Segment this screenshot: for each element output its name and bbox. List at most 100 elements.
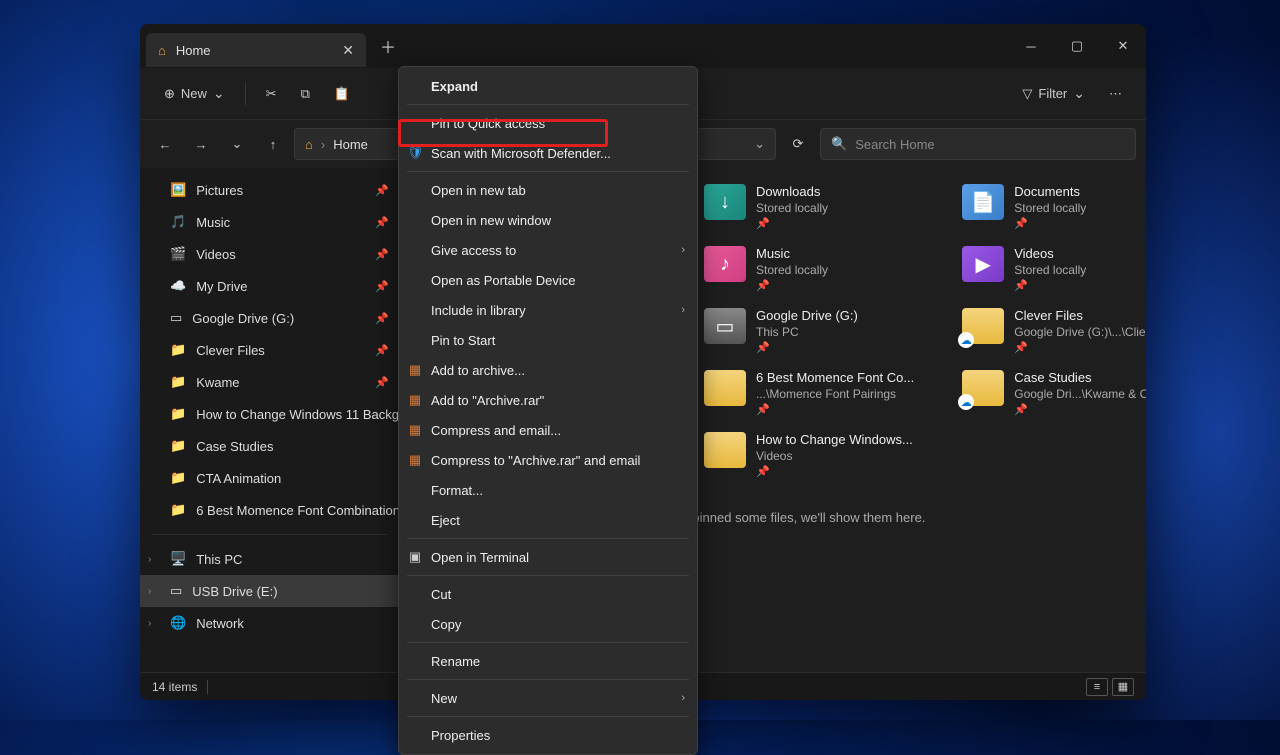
context-menu-item[interactable]: Expand bbox=[399, 71, 697, 101]
sidebar-item[interactable]: 📁Kwame📌 bbox=[140, 366, 399, 398]
recent-locations-button[interactable]: ⌄ bbox=[222, 129, 252, 159]
pin-icon: 📌 bbox=[1014, 279, 1086, 292]
menu-item-label: Compress and email... bbox=[431, 423, 561, 438]
folder-item[interactable]: How to Change Windows...Videos📌 bbox=[700, 428, 918, 482]
folder-name: Documents bbox=[1014, 184, 1086, 199]
sidebar-tree-item[interactable]: ›🖥️This PC bbox=[140, 543, 399, 575]
sidebar-item[interactable]: 🎬Videos📌 bbox=[140, 238, 399, 270]
context-menu-item[interactable]: Pin to Start bbox=[399, 325, 697, 355]
sidebar-item[interactable]: 📁Case Studies bbox=[140, 430, 399, 462]
context-menu-item[interactable]: Properties bbox=[399, 720, 697, 750]
maximize-button[interactable]: ▢ bbox=[1054, 24, 1100, 68]
new-button[interactable]: ⊕ New ⌄ bbox=[154, 79, 235, 108]
sidebar-item[interactable]: 🎵Music📌 bbox=[140, 206, 399, 238]
context-menu-item[interactable]: New› bbox=[399, 683, 697, 713]
folder-item[interactable]: ▭Google Drive (G:)This PC📌 bbox=[700, 304, 918, 358]
sidebar-tree-item[interactable]: ›▭USB Drive (E:) bbox=[140, 575, 399, 607]
minimize-button[interactable]: ─ bbox=[1008, 24, 1054, 68]
folder-icon: 📁 bbox=[170, 502, 186, 518]
forward-button[interactable]: → bbox=[186, 129, 216, 159]
context-menu-item[interactable]: Open in new tab bbox=[399, 175, 697, 205]
context-menu-item[interactable]: Cut bbox=[399, 579, 697, 609]
breadcrumb[interactable]: Home bbox=[333, 137, 368, 152]
context-menu-item[interactable]: Rename bbox=[399, 646, 697, 676]
copy-button[interactable]: ⧉ bbox=[291, 80, 320, 108]
sidebar-item[interactable]: 📁CTA Animation bbox=[140, 462, 399, 494]
folder-name: Music bbox=[756, 246, 828, 261]
search-input[interactable]: 🔍 Search Home bbox=[820, 128, 1136, 160]
folder-location: ...\Momence Font Pairings bbox=[756, 387, 914, 401]
context-menu-item[interactable]: ▦Add to "Archive.rar" bbox=[399, 385, 697, 415]
context-menu-item[interactable]: ▣Open in Terminal bbox=[399, 542, 697, 572]
context-menu-item[interactable]: Eject bbox=[399, 505, 697, 535]
clipboard-icon: 📋 bbox=[334, 86, 350, 102]
menu-item-label: Copy bbox=[431, 617, 461, 632]
context-menu-item[interactable]: ▦Compress to "Archive.rar" and email bbox=[399, 445, 697, 475]
cut-button[interactable]: ✂ bbox=[256, 80, 287, 108]
folder-item[interactable]: ▶VideosStored locally📌 bbox=[958, 242, 1146, 296]
context-menu-item[interactable]: Give access to› bbox=[399, 235, 697, 265]
icons-view-button[interactable]: ▦ bbox=[1112, 678, 1134, 696]
refresh-button[interactable]: ⟳ bbox=[782, 128, 814, 160]
drive-icon: 🖥️ bbox=[170, 551, 186, 567]
sidebar-item[interactable]: ☁️My Drive📌 bbox=[140, 270, 399, 302]
menu-item-icon: ▣ bbox=[407, 549, 423, 565]
context-menu-item[interactable]: Open in new window bbox=[399, 205, 697, 235]
menu-item-label: Format... bbox=[431, 483, 483, 498]
sidebar-item-label: 6 Best Momence Font Combinations fo bbox=[196, 503, 399, 518]
folder-item[interactable]: ♪MusicStored locally📌 bbox=[700, 242, 918, 296]
folder-icon bbox=[704, 370, 746, 406]
folder-location: This PC bbox=[756, 325, 858, 339]
tab-home[interactable]: ⌂ Home ✕ bbox=[146, 33, 366, 67]
folder-item[interactable]: ↓DownloadsStored locally📌 bbox=[700, 180, 918, 234]
sidebar-item-label: Clever Files bbox=[196, 343, 265, 358]
scissors-icon: ✂ bbox=[266, 86, 277, 102]
context-menu-item[interactable]: Pin to Quick access bbox=[399, 108, 697, 138]
context-menu-item[interactable]: Open as Portable Device bbox=[399, 265, 697, 295]
sidebar-item[interactable]: 📁How to Change Windows 11 Backgrou bbox=[140, 398, 399, 430]
menu-item-label: Pin to Quick access bbox=[431, 116, 545, 131]
up-button[interactable]: ↑ bbox=[258, 129, 288, 159]
context-menu-item[interactable]: Copy bbox=[399, 609, 697, 639]
folder-name: Downloads bbox=[756, 184, 828, 199]
new-tab-button[interactable]: ＋ bbox=[366, 34, 410, 58]
folder-item[interactable]: 📄DocumentsStored locally📌 bbox=[958, 180, 1146, 234]
sidebar-item[interactable]: 📁 6 Best Momence Font Combinations fo bbox=[140, 494, 399, 526]
details-view-button[interactable]: ≡ bbox=[1086, 678, 1108, 696]
chevron-right-icon: › bbox=[148, 618, 151, 629]
filter-button[interactable]: ▽ Filter ⌄ bbox=[1012, 79, 1095, 108]
menu-item-icon: ▦ bbox=[407, 392, 423, 408]
folder-item[interactable]: 6 Best Momence Font Co......\Momence Fon… bbox=[700, 366, 918, 420]
menu-item-label: Open in new tab bbox=[431, 183, 526, 198]
menu-item-label: Open as Portable Device bbox=[431, 273, 576, 288]
folder-item[interactable]: Case StudiesGoogle Dri...\Kwame & Co📌 bbox=[958, 366, 1146, 420]
folder-icon: 🎬 bbox=[170, 246, 186, 262]
menu-item-label: Include in library bbox=[431, 303, 526, 318]
menu-item-label: Cut bbox=[431, 587, 451, 602]
context-menu-item[interactable]: Format... bbox=[399, 475, 697, 505]
more-button[interactable]: ⋯ bbox=[1099, 80, 1132, 108]
pin-icon: 📌 bbox=[375, 248, 389, 261]
folder-item[interactable]: Clever FilesGoogle Drive (G:)\...\Client… bbox=[958, 304, 1146, 358]
chevron-down-icon[interactable]: ⌄ bbox=[754, 136, 765, 152]
context-menu-item[interactable]: 🛡Scan with Microsoft Defender... bbox=[399, 138, 697, 168]
sidebar-tree-item[interactable]: ›🌐Network bbox=[140, 607, 399, 639]
pin-icon: 📌 bbox=[756, 465, 913, 478]
pin-icon: 📌 bbox=[375, 280, 389, 293]
folder-location: Stored locally bbox=[1014, 263, 1086, 277]
sidebar-item[interactable]: ▭Google Drive (G:)📌 bbox=[140, 302, 399, 334]
sidebar-item[interactable]: 🖼️Pictures📌 bbox=[140, 174, 399, 206]
folder-icon: ♪ bbox=[704, 246, 746, 282]
sidebar-item[interactable]: 📁Clever Files📌 bbox=[140, 334, 399, 366]
pin-icon: 📌 bbox=[756, 341, 858, 354]
back-button[interactable]: ← bbox=[150, 129, 180, 159]
context-menu-item[interactable]: ▦Compress and email... bbox=[399, 415, 697, 445]
sidebar-item-label: Google Drive (G:) bbox=[192, 311, 294, 326]
paste-button[interactable]: 📋 bbox=[324, 80, 360, 108]
context-menu-item[interactable]: ▦Add to archive... bbox=[399, 355, 697, 385]
context-menu-item[interactable]: Include in library› bbox=[399, 295, 697, 325]
menu-item-label: Properties bbox=[431, 728, 490, 743]
navigation-pane: 🖼️Pictures📌🎵Music📌🎬Videos📌☁️My Drive📌▭Go… bbox=[140, 168, 400, 672]
close-button[interactable]: ✕ bbox=[1100, 24, 1146, 68]
close-tab-icon[interactable]: ✕ bbox=[342, 42, 354, 59]
